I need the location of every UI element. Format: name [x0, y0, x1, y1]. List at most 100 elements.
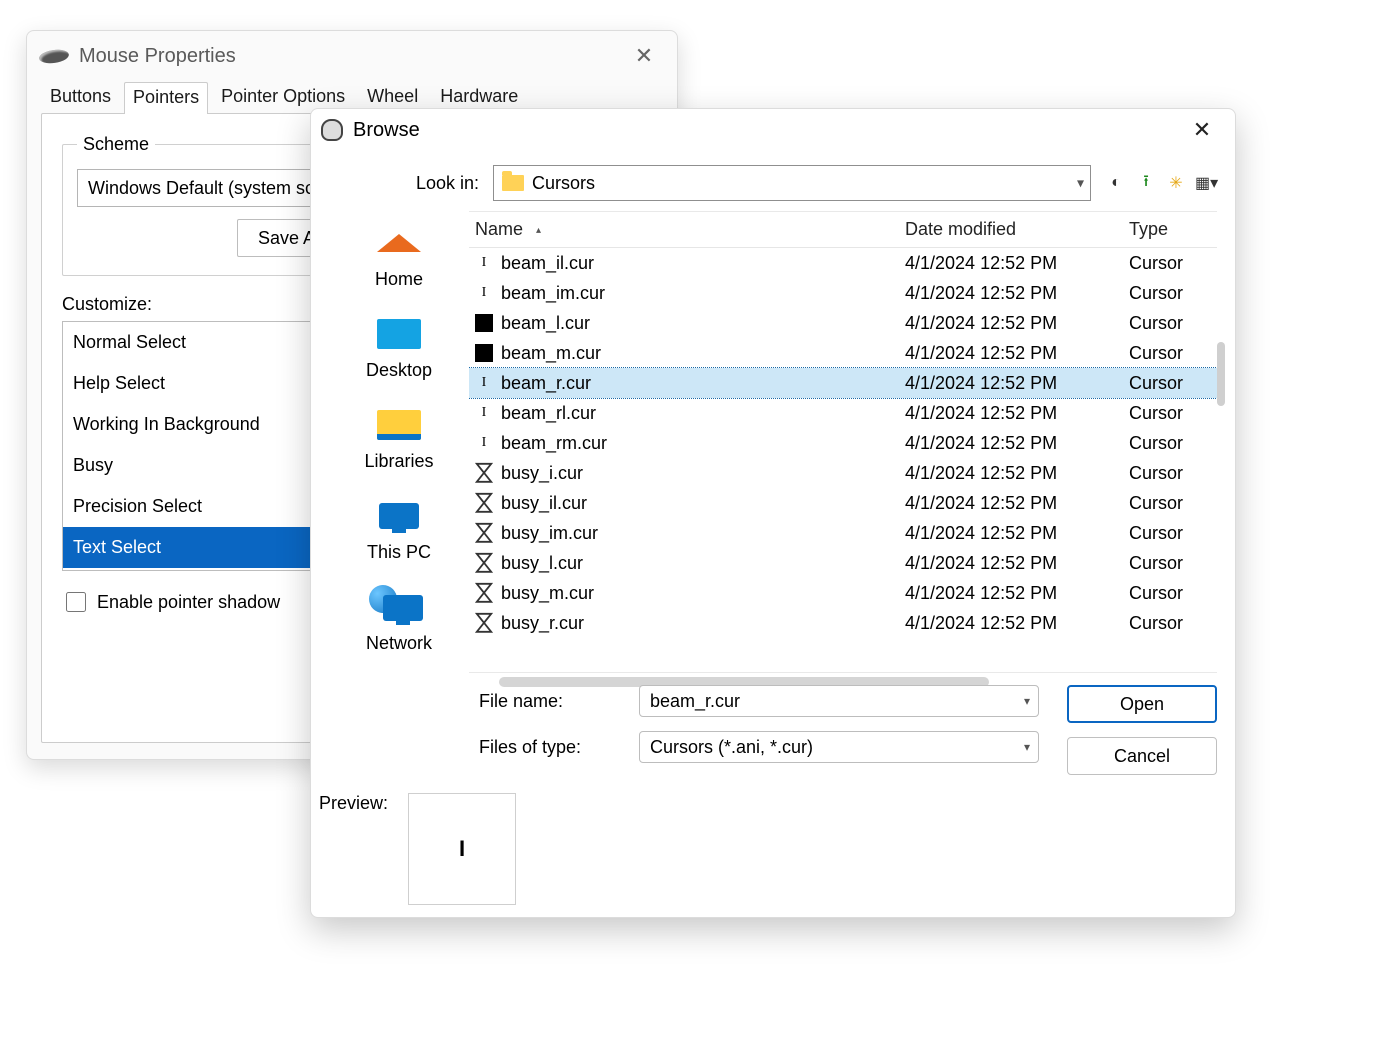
file-list-header: Name ▴ Date modified Type [469, 212, 1217, 248]
files-of-type-combo[interactable]: Cursors (*.ani, *.cur) ▾ [639, 731, 1039, 763]
file-name: beam_rl.cur [501, 403, 596, 424]
table-row[interactable]: beam_rl.cur4/1/2024 12:52 PMCursor [469, 398, 1217, 428]
nav-icons: ◐ ⭱ ✳ ▦▾ [1105, 170, 1217, 197]
table-row[interactable]: beam_rm.cur4/1/2024 12:52 PMCursor [469, 428, 1217, 458]
enable-pointer-shadow-label: Enable pointer shadow [97, 592, 280, 613]
table-row[interactable]: busy_i.cur4/1/2024 12:52 PMCursor [469, 458, 1217, 488]
chevron-down-icon: ▾ [1077, 175, 1084, 192]
enable-pointer-shadow-checkbox[interactable] [66, 592, 86, 612]
mouse-icon [38, 47, 70, 64]
table-row[interactable]: beam_m.cur4/1/2024 12:52 PMCursor [469, 338, 1217, 368]
place-this-pc[interactable]: This PC [329, 490, 469, 573]
table-row[interactable]: busy_l.cur4/1/2024 12:52 PMCursor [469, 548, 1217, 578]
ibeam-icon [475, 434, 493, 452]
black-square-icon [475, 314, 493, 332]
table-row[interactable]: beam_r.cur4/1/2024 12:52 PMCursor [469, 368, 1217, 398]
ibeam-icon [475, 254, 493, 272]
file-name-input[interactable]: beam_r.cur ▾ [639, 685, 1039, 717]
place-label: Desktop [366, 360, 432, 381]
monitor-icon [379, 503, 419, 529]
titlebar[interactable]: Mouse Properties ✕ [27, 31, 677, 81]
file-type: Cursor [1129, 373, 1217, 394]
table-row[interactable]: busy_im.cur 4/1/2024 12:52 PMCursor [469, 518, 1217, 548]
sort-caret-icon: ▴ [536, 225, 541, 236]
tab-buttons[interactable]: Buttons [41, 81, 120, 113]
hourglass-icon [475, 464, 493, 482]
titlebar[interactable]: Browse ✕ [311, 109, 1235, 151]
lookin-value: Cursors [532, 173, 595, 194]
file-date: 4/1/2024 12:52 PM [905, 283, 1129, 304]
ibeam-icon [475, 404, 493, 422]
file-type: Cursor [1129, 613, 1217, 634]
file-type: Cursor [1129, 313, 1217, 334]
file-date: 4/1/2024 12:52 PM [905, 313, 1129, 334]
file-name: busy_m.cur [501, 583, 594, 604]
file-type: Cursor [1129, 343, 1217, 364]
file-type: Cursor [1129, 463, 1217, 484]
file-name: busy_im.cur [501, 523, 598, 544]
file-name: busy_l.cur [501, 553, 583, 574]
cancel-button[interactable]: Cancel [1067, 737, 1217, 775]
window-title: Browse [353, 119, 420, 142]
up-icon[interactable]: ⭱ [1135, 170, 1157, 197]
file-name: beam_rm.cur [501, 433, 607, 454]
place-home[interactable]: Home [329, 217, 469, 300]
window-title: Mouse Properties [79, 45, 236, 68]
close-icon[interactable]: ✕ [1179, 113, 1225, 147]
scheme-legend: Scheme [77, 134, 155, 155]
ibeam-icon [475, 284, 493, 302]
place-label: Home [375, 269, 423, 290]
file-type: Cursor [1129, 523, 1217, 544]
hourglass-icon [475, 494, 493, 512]
place-label: Libraries [364, 451, 433, 472]
close-icon[interactable]: ✕ [621, 36, 667, 76]
table-row[interactable]: busy_m.cur4/1/2024 12:52 PMCursor [469, 578, 1217, 608]
file-name-value: beam_r.cur [650, 691, 740, 712]
file-date: 4/1/2024 12:52 PM [905, 403, 1129, 424]
preview-area: Preview: I [311, 777, 1235, 905]
file-date: 4/1/2024 12:52 PM [905, 523, 1129, 544]
places-bar: Home Desktop Libraries This PC Network [329, 211, 469, 673]
place-label: This PC [367, 542, 431, 563]
file-date: 4/1/2024 12:52 PM [905, 613, 1129, 634]
file-date: 4/1/2024 12:52 PM [905, 373, 1129, 394]
column-date-header[interactable]: Date modified [905, 219, 1129, 240]
tab-pointers[interactable]: Pointers [124, 82, 208, 114]
hourglass-icon [475, 614, 493, 632]
place-desktop[interactable]: Desktop [329, 308, 469, 391]
table-row[interactable]: beam_im.cur4/1/2024 12:52 PMCursor [469, 278, 1217, 308]
view-icon[interactable]: ▦▾ [1195, 173, 1217, 193]
file-name: busy_i.cur [501, 463, 583, 484]
file-type: Cursor [1129, 493, 1217, 514]
file-date: 4/1/2024 12:52 PM [905, 583, 1129, 604]
preview-label: Preview: [319, 793, 388, 814]
file-name: beam_l.cur [501, 313, 590, 334]
column-name-header[interactable]: Name ▴ [475, 219, 905, 240]
file-type: Cursor [1129, 283, 1217, 304]
place-network[interactable]: Network [329, 581, 469, 664]
black-square-icon [475, 344, 493, 362]
ibeam-icon [475, 374, 493, 392]
column-type-header[interactable]: Type [1129, 219, 1217, 240]
mouse-icon [321, 119, 343, 141]
file-date: 4/1/2024 12:52 PM [905, 553, 1129, 574]
table-row[interactable]: beam_l.cur 4/1/2024 12:52 PMCursor [469, 308, 1217, 338]
vertical-scrollbar[interactable] [1217, 342, 1225, 406]
table-row[interactable]: beam_il.cur4/1/2024 12:52 PMCursor [469, 248, 1217, 278]
table-row[interactable]: busy_r.cur4/1/2024 12:52 PMCursor [469, 608, 1217, 638]
file-type: Cursor [1129, 433, 1217, 454]
place-libraries[interactable]: Libraries [329, 399, 469, 482]
home-icon [377, 234, 421, 252]
file-date: 4/1/2024 12:52 PM [905, 253, 1129, 274]
lookin-combo[interactable]: Cursors ▾ [493, 165, 1091, 201]
folder-icon [502, 175, 524, 191]
file-date: 4/1/2024 12:52 PM [905, 343, 1129, 364]
ibeam-icon: I [459, 836, 465, 862]
files-of-type-value: Cursors (*.ani, *.cur) [650, 737, 813, 758]
open-button[interactable]: Open [1067, 685, 1217, 723]
place-label: Network [366, 633, 432, 654]
hourglass-icon [475, 524, 493, 542]
back-icon[interactable]: ◐ [1105, 174, 1127, 192]
table-row[interactable]: busy_il.cur4/1/2024 12:52 PMCursor [469, 488, 1217, 518]
new-folder-icon[interactable]: ✳ [1165, 173, 1187, 193]
